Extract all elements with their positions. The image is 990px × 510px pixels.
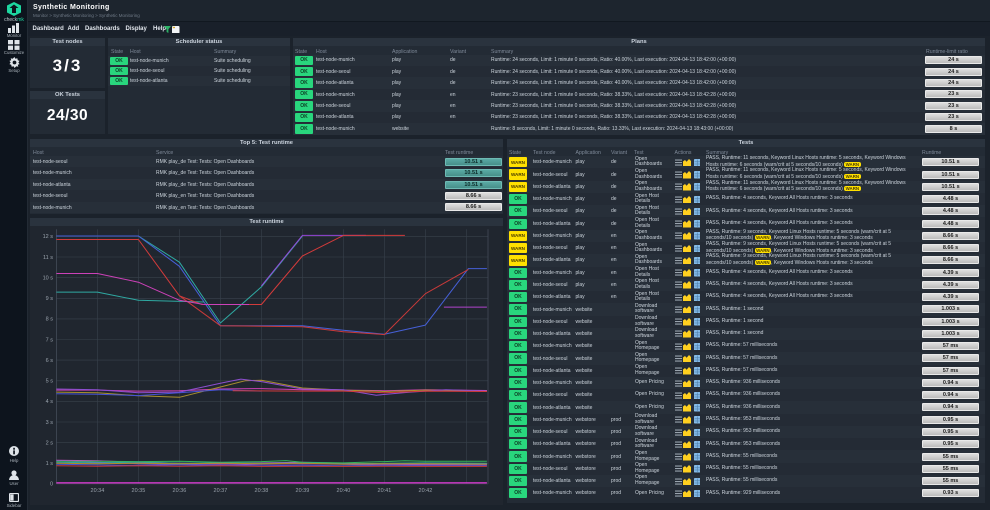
svg-text:5 s: 5 s <box>46 379 54 385</box>
svg-text:12 s: 12 s <box>43 234 54 240</box>
svg-text:20:36: 20:36 <box>173 488 187 494</box>
svg-text:20:41: 20:41 <box>378 488 392 494</box>
svg-text:6 s: 6 s <box>46 358 54 364</box>
svg-text:11 s: 11 s <box>43 255 53 261</box>
svg-text:10 s: 10 s <box>43 275 54 281</box>
svg-text:20:40: 20:40 <box>337 488 351 494</box>
svg-text:20:42: 20:42 <box>419 488 433 494</box>
svg-text:20:37: 20:37 <box>214 488 228 494</box>
svg-text:8 s: 8 s <box>46 317 54 323</box>
svg-text:20:35: 20:35 <box>132 488 146 494</box>
svg-text:20:34: 20:34 <box>91 488 105 494</box>
svg-text:20:39: 20:39 <box>296 488 310 494</box>
svg-text:4 s: 4 s <box>46 399 54 405</box>
svg-text:20:38: 20:38 <box>255 488 269 494</box>
svg-text:0: 0 <box>50 482 53 488</box>
svg-text:9 s: 9 s <box>46 296 54 302</box>
svg-text:7 s: 7 s <box>46 337 54 343</box>
svg-text:2 s: 2 s <box>46 440 54 446</box>
svg-text:3 s: 3 s <box>46 420 54 426</box>
svg-text:1 s: 1 s <box>46 461 54 467</box>
